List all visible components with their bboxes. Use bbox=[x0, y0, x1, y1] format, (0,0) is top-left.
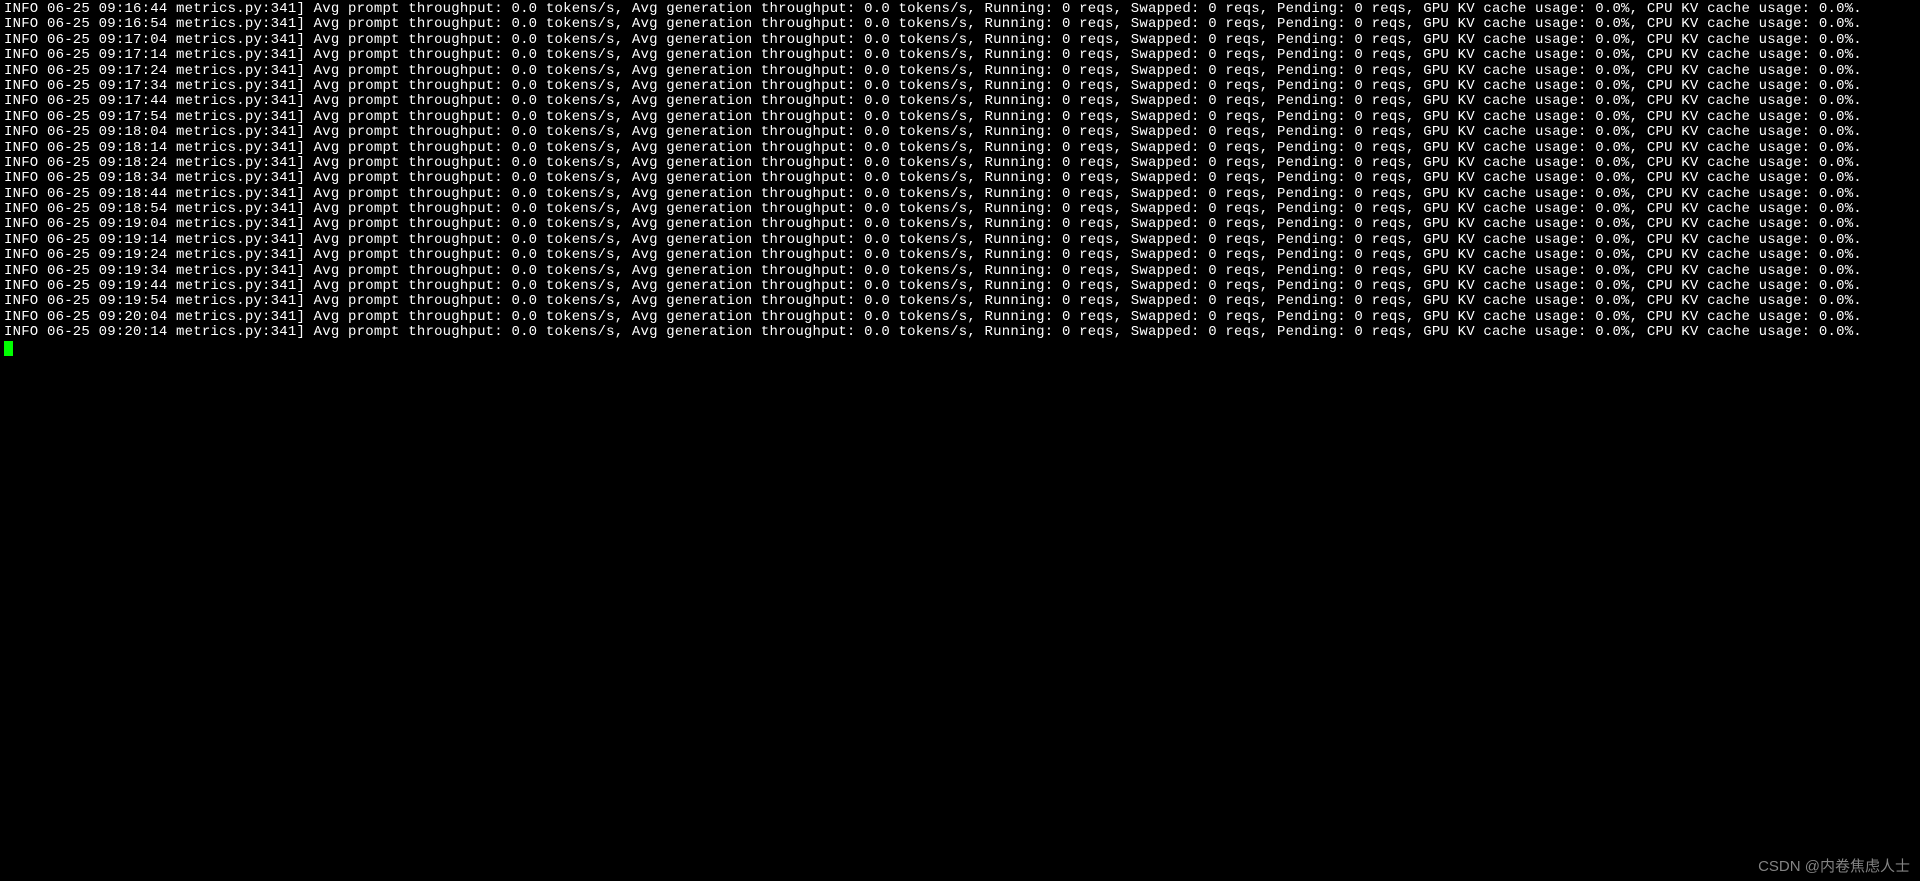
log-line: INFO 06-25 09:20:04 metrics.py:341] Avg … bbox=[4, 310, 1916, 325]
log-line: INFO 06-25 09:18:44 metrics.py:341] Avg … bbox=[4, 187, 1916, 202]
log-line: INFO 06-25 09:18:24 metrics.py:341] Avg … bbox=[4, 156, 1916, 171]
terminal-cursor bbox=[4, 341, 13, 356]
log-line: INFO 06-25 09:18:14 metrics.py:341] Avg … bbox=[4, 141, 1916, 156]
log-line: INFO 06-25 09:17:14 metrics.py:341] Avg … bbox=[4, 48, 1916, 63]
terminal-output[interactable]: INFO 06-25 09:16:44 metrics.py:341] Avg … bbox=[4, 2, 1916, 356]
log-line: INFO 06-25 09:16:54 metrics.py:341] Avg … bbox=[4, 17, 1916, 32]
log-line: INFO 06-25 09:19:14 metrics.py:341] Avg … bbox=[4, 233, 1916, 248]
log-line: INFO 06-25 09:18:54 metrics.py:341] Avg … bbox=[4, 202, 1916, 217]
log-line: INFO 06-25 09:17:04 metrics.py:341] Avg … bbox=[4, 33, 1916, 48]
log-line: INFO 06-25 09:17:44 metrics.py:341] Avg … bbox=[4, 94, 1916, 109]
log-line: INFO 06-25 09:19:54 metrics.py:341] Avg … bbox=[4, 294, 1916, 309]
log-line: INFO 06-25 09:16:44 metrics.py:341] Avg … bbox=[4, 2, 1916, 17]
log-line: INFO 06-25 09:19:34 metrics.py:341] Avg … bbox=[4, 264, 1916, 279]
log-line: INFO 06-25 09:18:34 metrics.py:341] Avg … bbox=[4, 171, 1916, 186]
log-line: INFO 06-25 09:17:54 metrics.py:341] Avg … bbox=[4, 110, 1916, 125]
log-line: INFO 06-25 09:19:04 metrics.py:341] Avg … bbox=[4, 217, 1916, 232]
log-line: INFO 06-25 09:17:24 metrics.py:341] Avg … bbox=[4, 64, 1916, 79]
log-line: INFO 06-25 09:19:44 metrics.py:341] Avg … bbox=[4, 279, 1916, 294]
log-line: INFO 06-25 09:19:24 metrics.py:341] Avg … bbox=[4, 248, 1916, 263]
log-line: INFO 06-25 09:18:04 metrics.py:341] Avg … bbox=[4, 125, 1916, 140]
watermark: CSDN @内卷焦虑人士 bbox=[1758, 859, 1910, 876]
log-line: INFO 06-25 09:17:34 metrics.py:341] Avg … bbox=[4, 79, 1916, 94]
log-line: INFO 06-25 09:20:14 metrics.py:341] Avg … bbox=[4, 325, 1916, 340]
